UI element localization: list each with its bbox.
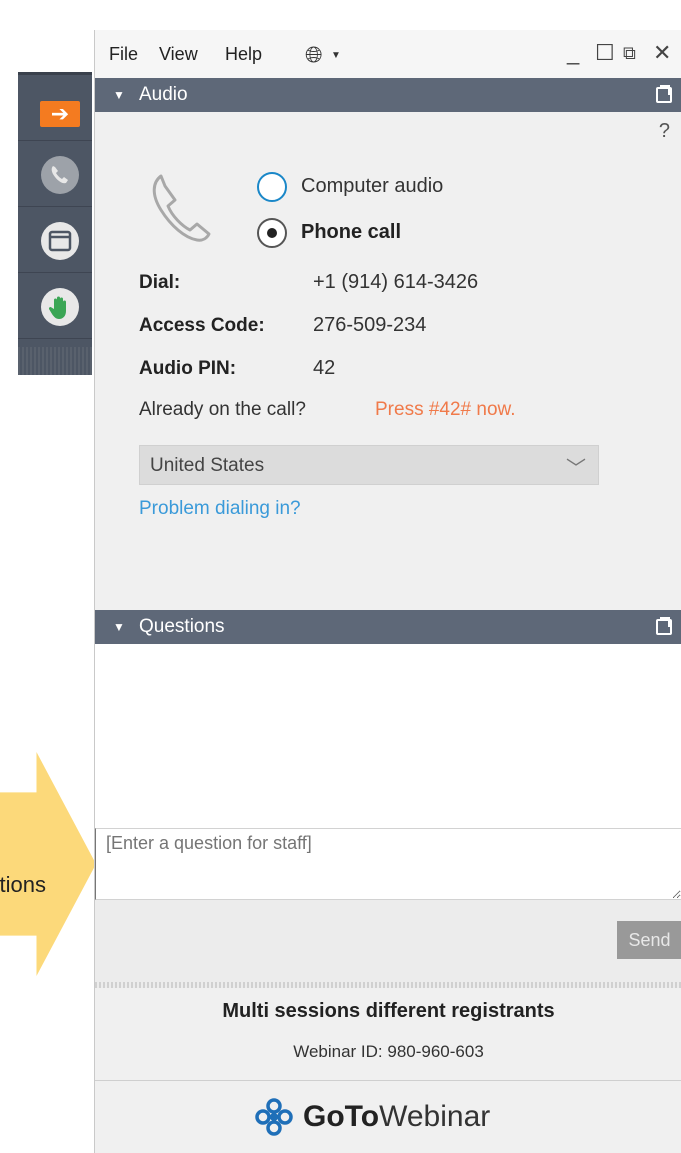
computer-audio-radio[interactable]	[257, 172, 287, 202]
dial-label: Dial:	[139, 272, 181, 293]
screen-view-button[interactable]	[18, 207, 92, 273]
webinar-id: Webinar ID: 980-960-603	[293, 1042, 484, 1061]
callout-label: Questions	[0, 872, 46, 897]
phone-handset-icon	[152, 174, 211, 242]
send-area: Send	[95, 900, 681, 982]
dial-number: +1 (914) 614-3426	[313, 271, 479, 293]
already-on-call-text: Already on the call?	[139, 399, 306, 420]
pop-out-icon[interactable]	[656, 617, 672, 635]
gotowebinar-flower-icon	[255, 1098, 293, 1136]
pop-out-icon[interactable]	[656, 85, 672, 103]
raise-hand-button[interactable]	[18, 273, 92, 339]
control-bar-grip[interactable]	[18, 347, 92, 375]
chevron-down-icon: ﹀	[566, 458, 586, 480]
window-icon	[41, 222, 79, 260]
raise-hand-icon	[41, 288, 79, 326]
press-code-text: Press #42# now.	[375, 399, 516, 420]
phone-icon	[41, 156, 79, 194]
questions-section-header[interactable]: ▼ Questions	[95, 610, 681, 644]
country-select[interactable]: United States ﹀	[139, 445, 599, 485]
phone-call-label[interactable]: Phone call	[301, 221, 401, 244]
audio-pin-label: Audio PIN:	[139, 358, 237, 379]
menu-help[interactable]: Help	[225, 44, 262, 65]
send-button[interactable]: Send	[617, 921, 681, 959]
pop-out-icon[interactable]: ⧉	[623, 43, 636, 64]
chevron-down-icon: ▼	[331, 50, 341, 61]
computer-audio-label[interactable]: Computer audio	[301, 175, 443, 198]
footer-divider	[95, 1080, 681, 1081]
webinar-panel: File View Help 🌐︎ ▼ _ ☐ ⧉ ✕ ▼ Audio ? Co…	[94, 30, 681, 1153]
close-icon[interactable]: ✕	[653, 40, 671, 66]
questions-section-title: Questions	[139, 616, 225, 637]
menu-file[interactable]: File	[109, 44, 138, 65]
maximize-icon[interactable]: ☐	[595, 40, 615, 66]
menu-bar: File View Help 🌐︎ ▼ _ ☐ ⧉ ✕	[95, 30, 681, 78]
gotowebinar-logo: GoToWebinar	[255, 1098, 535, 1138]
collapse-triangle-icon: ▼	[113, 620, 125, 634]
phone-call-radio[interactable]	[257, 218, 287, 248]
arrow-right-icon: ➔	[40, 101, 80, 127]
country-value: United States	[150, 455, 265, 476]
collapse-panel-button[interactable]: ➔	[18, 75, 92, 141]
logo-text: GoToWebinar	[303, 1100, 491, 1133]
audio-toggle-button[interactable]	[18, 141, 92, 207]
audio-section-header[interactable]: ▼ Audio	[95, 78, 681, 112]
question-input[interactable]	[95, 828, 681, 900]
access-code-label: Access Code:	[139, 315, 265, 336]
menu-view[interactable]: View	[159, 44, 198, 65]
questions-log	[95, 644, 681, 828]
access-code-value: 276-509-234	[313, 314, 427, 336]
collapse-triangle-icon: ▼	[113, 88, 125, 102]
callout-arrow	[0, 752, 96, 976]
minimize-icon[interactable]: _	[567, 40, 579, 66]
problem-dialing-link[interactable]: Problem dialing in?	[139, 498, 301, 520]
audio-pin-value: 42	[313, 357, 336, 379]
webinar-footer: Multi sessions different registrants Web…	[95, 988, 681, 1153]
help-icon[interactable]: ?	[659, 120, 670, 143]
control-bar: ➔	[18, 72, 92, 375]
language-globe-icon[interactable]: 🌐︎	[305, 42, 323, 68]
audio-section-title: Audio	[139, 84, 188, 105]
audio-pane: ? Computer audio Phone call Dial: +1 (91…	[95, 112, 681, 608]
session-title: Multi sessions different registrants	[222, 1000, 555, 1022]
